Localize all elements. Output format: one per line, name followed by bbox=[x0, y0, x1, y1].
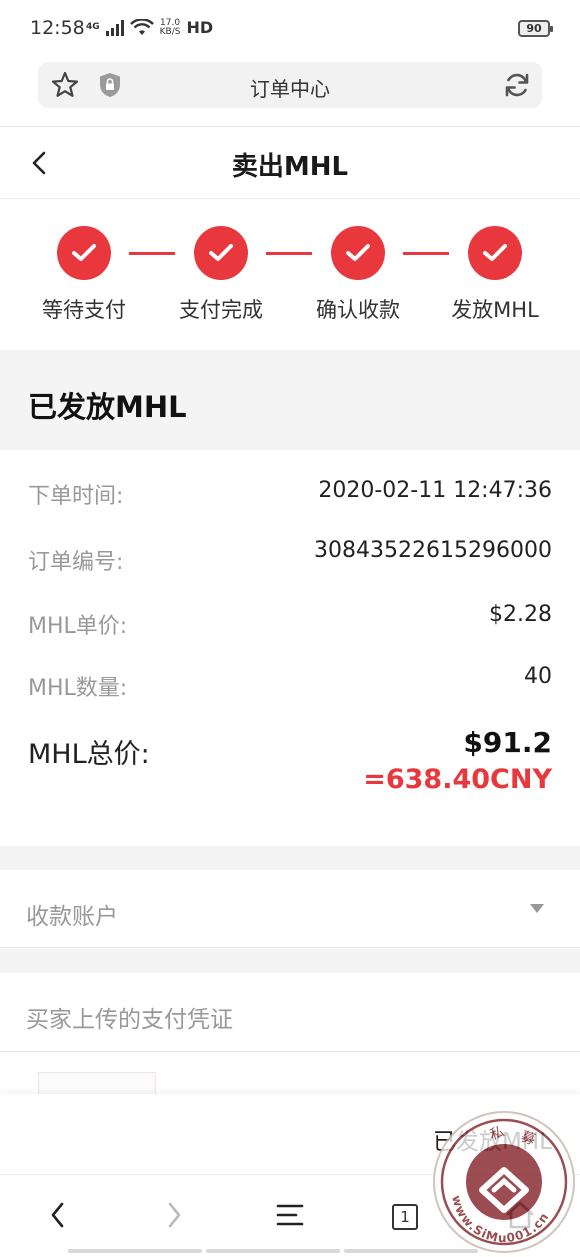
proof-label: 买家上传的支付凭证 bbox=[26, 1007, 233, 1033]
detail-label: MHL数量: bbox=[28, 676, 128, 701]
section-gap bbox=[0, 846, 580, 870]
step-confirm-receipt: 确认收款 bbox=[283, 226, 433, 324]
reload-icon[interactable] bbox=[502, 70, 532, 100]
battery-icon: 90 bbox=[518, 20, 553, 37]
total-cny: =638.40CNY bbox=[363, 764, 552, 795]
menu-icon[interactable] bbox=[270, 1195, 310, 1235]
detail-label: MHL单价: bbox=[28, 614, 128, 639]
step-label: 等待支付 bbox=[42, 298, 126, 322]
status-icons: 4G 17.0 KB/S HD bbox=[86, 18, 213, 37]
order-details: 下单时间: 2020-02-11 12:47:36 订单编号: 30843522… bbox=[0, 450, 580, 846]
battery-level: 90 bbox=[526, 22, 542, 35]
browser-address-bar[interactable]: 订单中心 bbox=[38, 62, 542, 108]
signal-icon bbox=[105, 19, 124, 36]
gesture-bar bbox=[68, 1249, 202, 1253]
hd-indicator: HD bbox=[186, 18, 214, 37]
network-type: 4G bbox=[86, 22, 100, 32]
total-label: MHL总价: bbox=[28, 739, 150, 770]
check-icon bbox=[194, 226, 248, 280]
order-status-section: 已发放MHL bbox=[0, 350, 580, 450]
tab-count: 1 bbox=[400, 1208, 410, 1226]
section-gap bbox=[0, 949, 580, 973]
check-icon bbox=[331, 226, 385, 280]
detail-label: 订单编号: bbox=[28, 550, 124, 575]
detail-value: 2020-02-11 12:47:36 bbox=[318, 478, 552, 503]
status-bar: 12:58 4G 17.0 KB/S HD 90 bbox=[0, 0, 580, 56]
triangle-down-icon bbox=[530, 904, 544, 913]
wifi-icon bbox=[129, 18, 154, 35]
browser-title: 订单中心 bbox=[250, 77, 330, 101]
check-icon bbox=[57, 226, 111, 280]
network-speed-unit: KB/S bbox=[159, 26, 181, 37]
detail-value: 40 bbox=[524, 664, 552, 689]
payment-proof-section: 买家上传的支付凭证 bbox=[0, 973, 580, 1052]
step-label: 支付完成 bbox=[179, 298, 263, 322]
detail-value: 30843522615296000 bbox=[314, 538, 552, 563]
account-label: 收款账户 bbox=[26, 904, 118, 930]
step-label: 发放MHL bbox=[451, 298, 539, 322]
order-progress-steps: 等待支付 支付完成 确认收款 发放MHL bbox=[0, 200, 580, 350]
payment-proof-thumbnail[interactable] bbox=[38, 1072, 156, 1096]
step-label: 确认收款 bbox=[316, 298, 400, 322]
network-speed: 17.0 KB/S bbox=[159, 18, 181, 37]
receiving-account-dropdown[interactable]: 收款账户 bbox=[0, 870, 580, 948]
total-value: $91.2 bbox=[463, 726, 552, 759]
order-status: 已发放MHL bbox=[28, 390, 187, 424]
page-header: 卖出MHL bbox=[0, 127, 580, 199]
status-time: 12:58 bbox=[30, 17, 85, 39]
thumbnail-content bbox=[39, 1073, 155, 1090]
forward-nav-icon[interactable] bbox=[154, 1195, 194, 1235]
check-icon bbox=[468, 226, 522, 280]
tabs-button[interactable]: 1 bbox=[392, 1204, 418, 1230]
step-release-mhl: 发放MHL bbox=[420, 226, 570, 324]
page-title: 卖出MHL bbox=[231, 152, 349, 182]
detail-label: 下单时间: bbox=[28, 484, 124, 509]
back-nav-icon[interactable] bbox=[38, 1195, 78, 1235]
gesture-bar bbox=[206, 1249, 340, 1253]
step-payment-complete: 支付完成 bbox=[146, 226, 296, 324]
watermark-seal: 私 募 www.SiMu001.cn bbox=[433, 1111, 575, 1253]
step-waiting-payment: 等待支付 bbox=[9, 226, 159, 324]
detail-value: $2.28 bbox=[489, 602, 552, 627]
